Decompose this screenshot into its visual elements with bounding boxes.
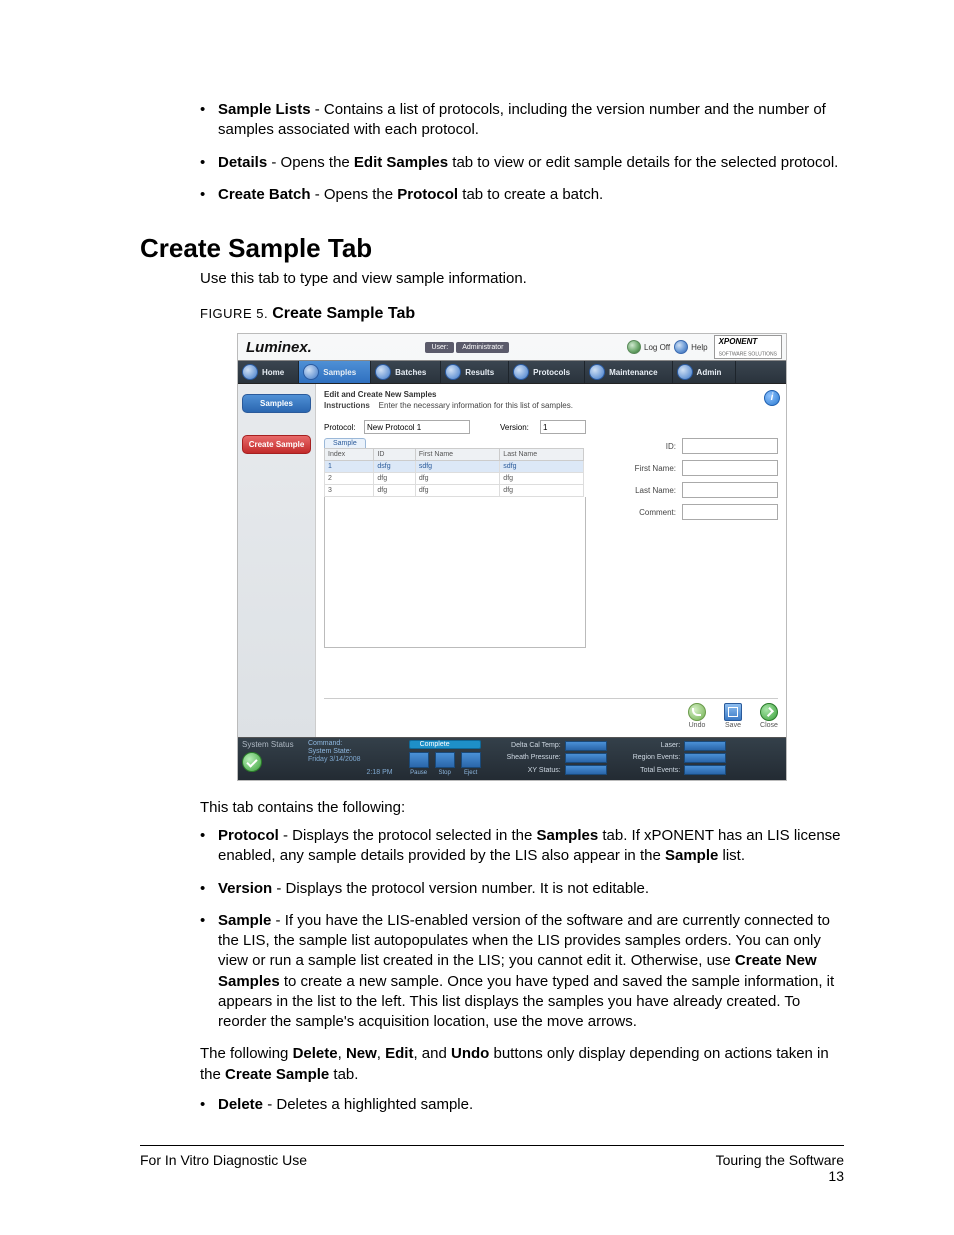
action-bar: Undo Save Close bbox=[324, 698, 778, 729]
figure-caption: FIGURE 5. Create Sample Tab bbox=[200, 305, 844, 323]
side-tab-samples[interactable]: Samples bbox=[242, 394, 311, 413]
command-label: Command: bbox=[308, 740, 361, 747]
logoff-button[interactable]: Log Off bbox=[627, 340, 670, 354]
product-badge: XPONENTSOFTWARE SOLUTIONS bbox=[714, 335, 782, 360]
table-row[interactable]: 2dfgdfgdfg bbox=[325, 473, 584, 485]
nav-icon bbox=[375, 364, 391, 380]
brand-logo: Luminex. bbox=[242, 339, 312, 356]
footer-left: For In Vitro Diagnostic Use bbox=[140, 1152, 307, 1184]
panel-instructions: Instructions Enter the necessary informa… bbox=[324, 401, 778, 410]
system-state-label: System State: bbox=[308, 748, 361, 755]
user-value: Administrator bbox=[456, 342, 509, 353]
nav-icon bbox=[513, 364, 529, 380]
nav-tab-samples[interactable]: Samples bbox=[299, 361, 371, 383]
nav-icon bbox=[589, 364, 605, 380]
nav-icon bbox=[242, 364, 258, 380]
bullet-list-top: •Sample Lists - Contains a list of proto… bbox=[200, 100, 844, 205]
help-button[interactable]: Help bbox=[674, 340, 707, 354]
pause-button[interactable] bbox=[409, 752, 429, 768]
undo-icon bbox=[688, 703, 706, 721]
form-input[interactable] bbox=[682, 482, 778, 498]
nav-tab-protocols[interactable]: Protocols bbox=[509, 361, 585, 383]
nav-tab-batches[interactable]: Batches bbox=[371, 361, 441, 383]
protocol-input[interactable] bbox=[364, 420, 470, 434]
version-input bbox=[540, 420, 586, 434]
complete-pill: Complete bbox=[409, 740, 481, 749]
sample-grid[interactable]: IndexIDFirst NameLast Name1dsfgsdfgsdfg2… bbox=[324, 448, 584, 497]
stop-button[interactable] bbox=[435, 752, 455, 768]
system-status-label: System Status bbox=[242, 740, 302, 749]
after-figure-text: This tab contains the following: bbox=[200, 799, 844, 816]
save-button[interactable]: Save bbox=[724, 703, 742, 729]
form-input[interactable] bbox=[682, 460, 778, 476]
figure-number: FIGURE 5. bbox=[200, 306, 268, 321]
nav-icon bbox=[445, 364, 461, 380]
form-input[interactable] bbox=[682, 438, 778, 454]
status-ok-icon bbox=[242, 752, 262, 772]
title-bar: Luminex. User: Administrator Log Off Hel… bbox=[238, 334, 786, 360]
grid-tab[interactable]: Sample bbox=[324, 438, 366, 448]
nav-tab-home[interactable]: Home bbox=[238, 361, 299, 383]
nav-tab-admin[interactable]: Admin bbox=[673, 361, 737, 383]
nav-icon bbox=[303, 364, 319, 380]
panel-title: Edit and Create New Samples bbox=[324, 390, 778, 399]
bullet-list-mid: •Protocol - Displays the protocol select… bbox=[200, 826, 844, 1032]
page-footer: For In Vitro Diagnostic Use Touring the … bbox=[140, 1145, 844, 1184]
protocol-label: Protocol: bbox=[324, 423, 364, 432]
section-intro: Use this tab to type and view sample inf… bbox=[200, 270, 844, 287]
figure-title: Create Sample Tab bbox=[272, 305, 415, 322]
user-label: User: bbox=[425, 342, 454, 353]
app-screenshot: Luminex. User: Administrator Log Off Hel… bbox=[237, 333, 787, 781]
table-row[interactable]: 1dsfgsdfgsdfg bbox=[325, 461, 584, 473]
nav-icon bbox=[677, 364, 693, 380]
protocol-row: Protocol: Version: bbox=[324, 420, 778, 434]
save-icon bbox=[724, 703, 742, 721]
table-row[interactable]: 3dfgdfgdfg bbox=[325, 485, 584, 497]
section-heading: Create Sample Tab bbox=[140, 233, 844, 264]
side-tab-create-sample[interactable]: Create Sample bbox=[242, 435, 311, 454]
side-tabs: Samples Create Sample bbox=[238, 384, 315, 737]
close-icon bbox=[760, 703, 778, 721]
undo-button[interactable]: Undo bbox=[688, 703, 706, 729]
sample-form: ID:First Name:Last Name:Comment: bbox=[626, 438, 778, 648]
main-nav: HomeSamplesBatchesResultsProtocolsMainte… bbox=[238, 360, 786, 384]
main-panel: i Edit and Create New Samples Instructio… bbox=[315, 384, 786, 737]
eject-button[interactable] bbox=[461, 752, 481, 768]
version-label: Version: bbox=[500, 423, 540, 432]
footer-page-number: 13 bbox=[828, 1168, 844, 1184]
footer-right-title: Touring the Software bbox=[716, 1152, 844, 1168]
form-input[interactable] bbox=[682, 504, 778, 520]
close-button[interactable]: Close bbox=[760, 703, 778, 729]
nav-tab-maintenance[interactable]: Maintenance bbox=[585, 361, 672, 383]
status-bar: System Status Command: System State: Fri… bbox=[238, 737, 786, 780]
bullet-list-bot: •Delete - Deletes a highlighted sample. bbox=[200, 1095, 844, 1115]
info-icon[interactable]: i bbox=[764, 390, 780, 406]
nav-tab-results[interactable]: Results bbox=[441, 361, 509, 383]
paragraph: The following Delete, New, Edit, and Und… bbox=[200, 1044, 844, 1085]
